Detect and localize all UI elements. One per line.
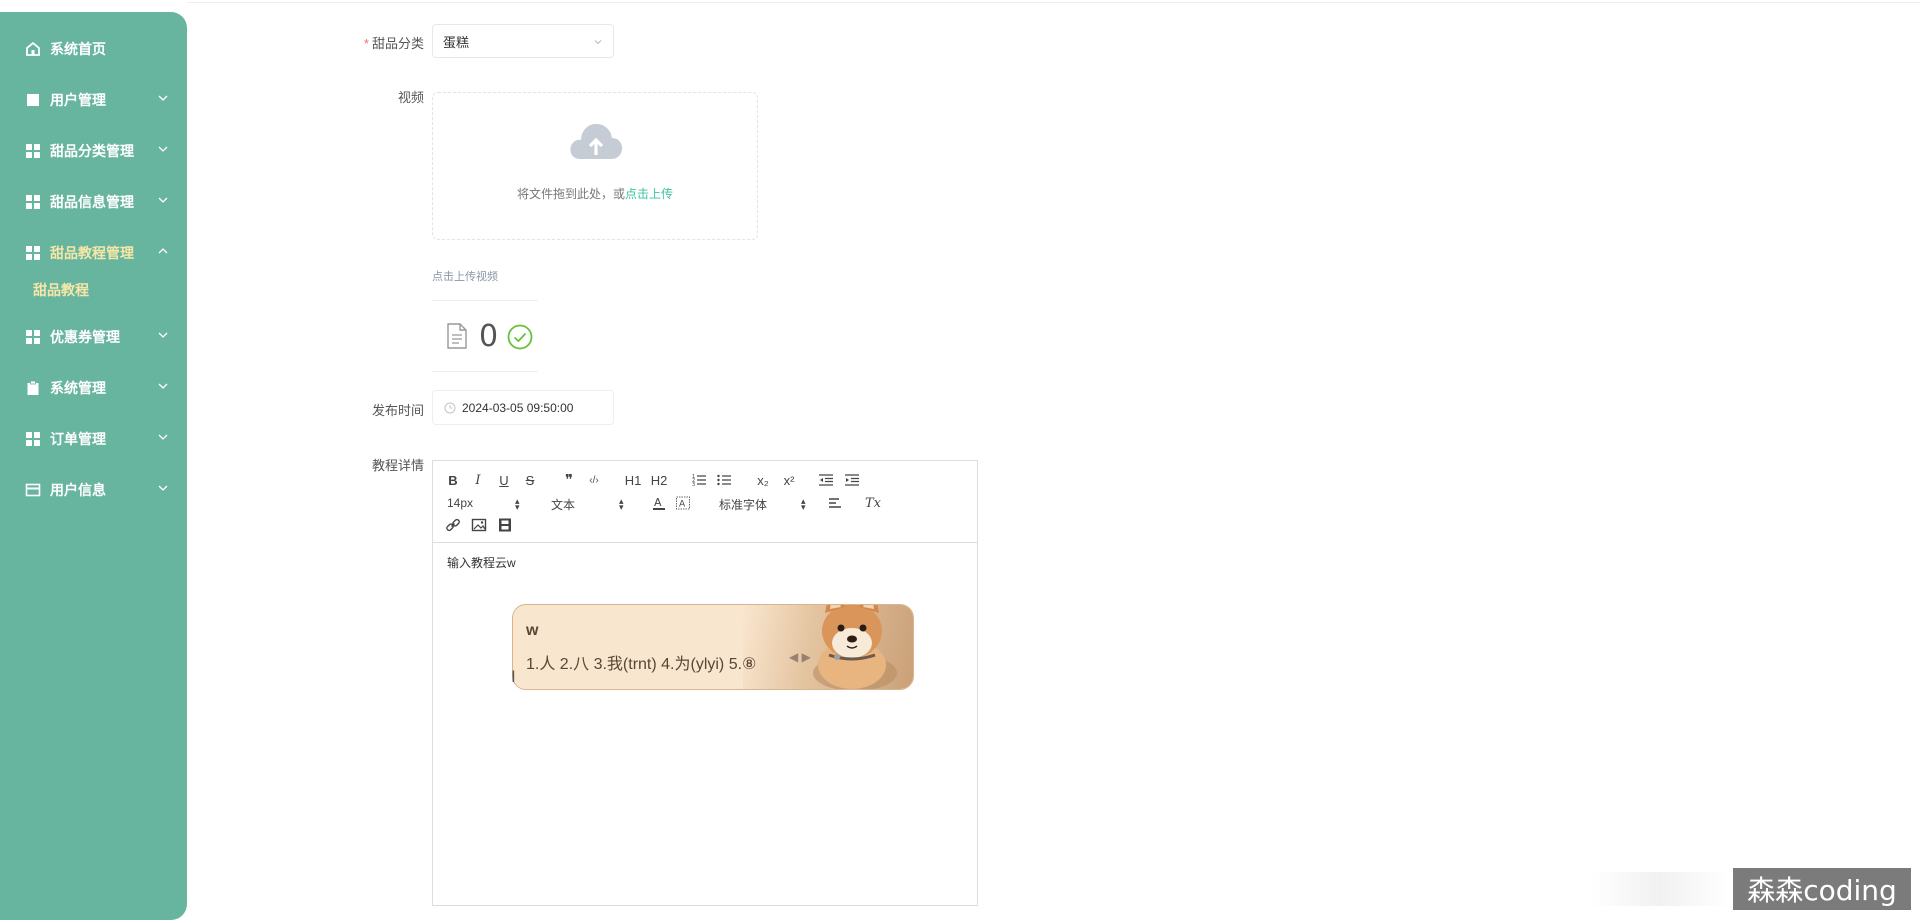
sidebar-item-label: 优惠券管理 bbox=[50, 329, 120, 345]
h1-button[interactable]: H1 bbox=[623, 472, 643, 488]
document-icon bbox=[447, 323, 467, 349]
grid-icon bbox=[25, 194, 41, 210]
card-icon bbox=[25, 482, 41, 498]
ime-typed-text: w bbox=[526, 622, 539, 639]
indent-icon[interactable] bbox=[844, 472, 860, 488]
italic-button[interactable]: I bbox=[470, 472, 486, 488]
sidebar-item-home[interactable]: 系统首页 bbox=[0, 31, 187, 67]
chevron-down-icon bbox=[158, 146, 168, 152]
grid-icon bbox=[25, 245, 41, 261]
detail-label: 教程详情 bbox=[371, 458, 424, 473]
sort-arrows-icon: ▴ ▾ bbox=[619, 496, 624, 512]
video-icon[interactable] bbox=[497, 517, 513, 533]
sidebar-item-label: 甜品分类管理 bbox=[50, 143, 134, 159]
link-icon[interactable] bbox=[445, 517, 461, 533]
sidebar-item-category[interactable]: 甜品分类管理 bbox=[0, 133, 187, 169]
app-root: 系统首页 用户管理 甜品分类管理 甜品信息管理 甜品教程管理 甜品教程 优惠券管… bbox=[0, 0, 1920, 923]
sidebar-item-coupon[interactable]: 优惠券管理 bbox=[0, 319, 187, 355]
sidebar-item-tutorial[interactable]: 甜品教程管理 bbox=[0, 235, 187, 271]
chevron-up-icon bbox=[158, 248, 168, 254]
watermark: 森森coding bbox=[1733, 868, 1911, 910]
check-circle-icon bbox=[507, 324, 533, 350]
header-divider bbox=[187, 2, 1920, 3]
category-label: * 甜品分类 bbox=[363, 36, 424, 51]
code-button[interactable]: ‹/› bbox=[586, 472, 602, 488]
chevron-down-icon bbox=[158, 434, 168, 440]
bullet-list-icon[interactable] bbox=[716, 472, 732, 488]
text-cursor-icon: I bbox=[511, 667, 516, 686]
home-icon bbox=[25, 41, 41, 57]
sidebar-item-label: 用户信息 bbox=[50, 482, 106, 498]
ordered-list-icon[interactable]: 123 bbox=[691, 472, 707, 488]
superscript-button[interactable]: x² bbox=[780, 472, 798, 488]
sidebar-item-label: 用户管理 bbox=[50, 92, 106, 108]
font-family-select[interactable]: 标准字体 ▴ ▾ bbox=[719, 496, 809, 513]
square-icon bbox=[25, 92, 41, 108]
sidebar-item-system[interactable]: 系统管理 bbox=[0, 370, 187, 406]
ime-candidate-popup: w 1.人 2.八 3.我(trnt) 4.为(ylyi) 5.⑧ ◀ ▶ bbox=[512, 604, 914, 690]
svg-text:A: A bbox=[654, 496, 662, 509]
chevron-down-icon bbox=[594, 40, 602, 45]
underline-button[interactable]: U bbox=[496, 472, 512, 488]
align-left-icon[interactable] bbox=[827, 495, 843, 511]
sidebar-item-orders[interactable]: 订单管理 bbox=[0, 421, 187, 457]
sidebar-item-label: 系统首页 bbox=[50, 41, 106, 57]
file-count: 0 bbox=[479, 319, 499, 354]
video-upload-dropzone[interactable]: 将文件拖到此处，或点击上传 bbox=[432, 92, 758, 240]
sidebar-item-label: 订单管理 bbox=[50, 431, 106, 447]
upload-hint: 将文件拖到此处，或点击上传 bbox=[516, 187, 674, 201]
chevron-down-icon bbox=[158, 485, 168, 491]
upload-tip: 点击上传视频 bbox=[432, 271, 498, 283]
grid-icon bbox=[25, 329, 41, 345]
strike-button[interactable]: S bbox=[522, 472, 538, 488]
image-icon[interactable] bbox=[471, 517, 487, 533]
clock-icon bbox=[444, 402, 456, 413]
clipboard-icon bbox=[25, 380, 41, 396]
chevron-down-icon bbox=[158, 197, 168, 203]
shiba-dog-image bbox=[813, 605, 897, 689]
sidebar-subitem-tutorial[interactable]: 甜品教程 bbox=[33, 280, 89, 300]
grid-icon bbox=[25, 143, 41, 159]
h2-button[interactable]: H2 bbox=[649, 472, 669, 488]
subscript-button[interactable]: x₂ bbox=[754, 472, 772, 488]
background-color-icon[interactable]: A bbox=[675, 495, 691, 511]
svg-text:A: A bbox=[679, 500, 686, 510]
watermark-shadow bbox=[1590, 872, 1730, 906]
sidebar-item-user-info[interactable]: 用户信息 bbox=[0, 472, 187, 508]
sidebar-item-dessert-info[interactable]: 甜品信息管理 bbox=[0, 184, 187, 220]
grid-icon bbox=[25, 431, 41, 447]
bold-button[interactable]: B bbox=[445, 472, 461, 488]
sidebar: 系统首页 用户管理 甜品分类管理 甜品信息管理 甜品教程管理 甜品教程 优惠券管… bbox=[0, 12, 187, 920]
upload-link[interactable]: 点击上传 bbox=[625, 187, 673, 201]
editor-toolbar: B I U S ❞ ‹/› H1 H2 123 x₂ x² 14px ▴ ▾ 文本… bbox=[433, 461, 977, 543]
publish-time-value: 2024-03-05 09:50:00 bbox=[462, 400, 574, 415]
publish-time-label: 发布时间 bbox=[371, 403, 424, 418]
sidebar-item-users[interactable]: 用户管理 bbox=[0, 82, 187, 118]
editor-content[interactable]: 输入教程云w bbox=[447, 554, 516, 571]
video-label: 视频 bbox=[397, 90, 424, 105]
font-color-icon[interactable]: A bbox=[651, 495, 667, 511]
chevron-down-icon bbox=[158, 95, 168, 101]
quote-button[interactable]: ❞ bbox=[561, 472, 577, 489]
clear-format-button[interactable]: Tx bbox=[865, 495, 881, 511]
font-size-select[interactable]: 14px ▴ ▾ bbox=[447, 496, 523, 512]
page-arrows-icon[interactable]: ◀ ▶ bbox=[789, 650, 811, 664]
sort-arrows-icon: ▴ ▾ bbox=[515, 496, 520, 512]
outdent-icon[interactable] bbox=[818, 472, 834, 488]
svg-text:3: 3 bbox=[692, 482, 695, 488]
publish-time-picker[interactable]: 2024-03-05 09:50:00 bbox=[432, 390, 614, 425]
chevron-down-icon bbox=[158, 332, 168, 338]
sidebar-item-label: 甜品信息管理 bbox=[50, 194, 134, 210]
chevron-down-icon bbox=[158, 383, 168, 389]
sidebar-item-label: 甜品教程管理 bbox=[50, 245, 134, 261]
ime-candidates[interactable]: 1.人 2.八 3.我(trnt) 4.为(ylyi) 5.⑧ bbox=[526, 650, 756, 674]
sidebar-item-label: 系统管理 bbox=[50, 380, 106, 396]
uploaded-file-card: 0 bbox=[432, 300, 538, 372]
sort-arrows-icon: ▴ ▾ bbox=[801, 496, 806, 512]
cloud-upload-icon bbox=[570, 123, 623, 159]
category-value: 蛋糕 bbox=[443, 34, 470, 50]
paragraph-format-select[interactable]: 文本 ▴ ▾ bbox=[551, 496, 627, 513]
category-select[interactable]: 蛋糕 bbox=[432, 24, 614, 58]
